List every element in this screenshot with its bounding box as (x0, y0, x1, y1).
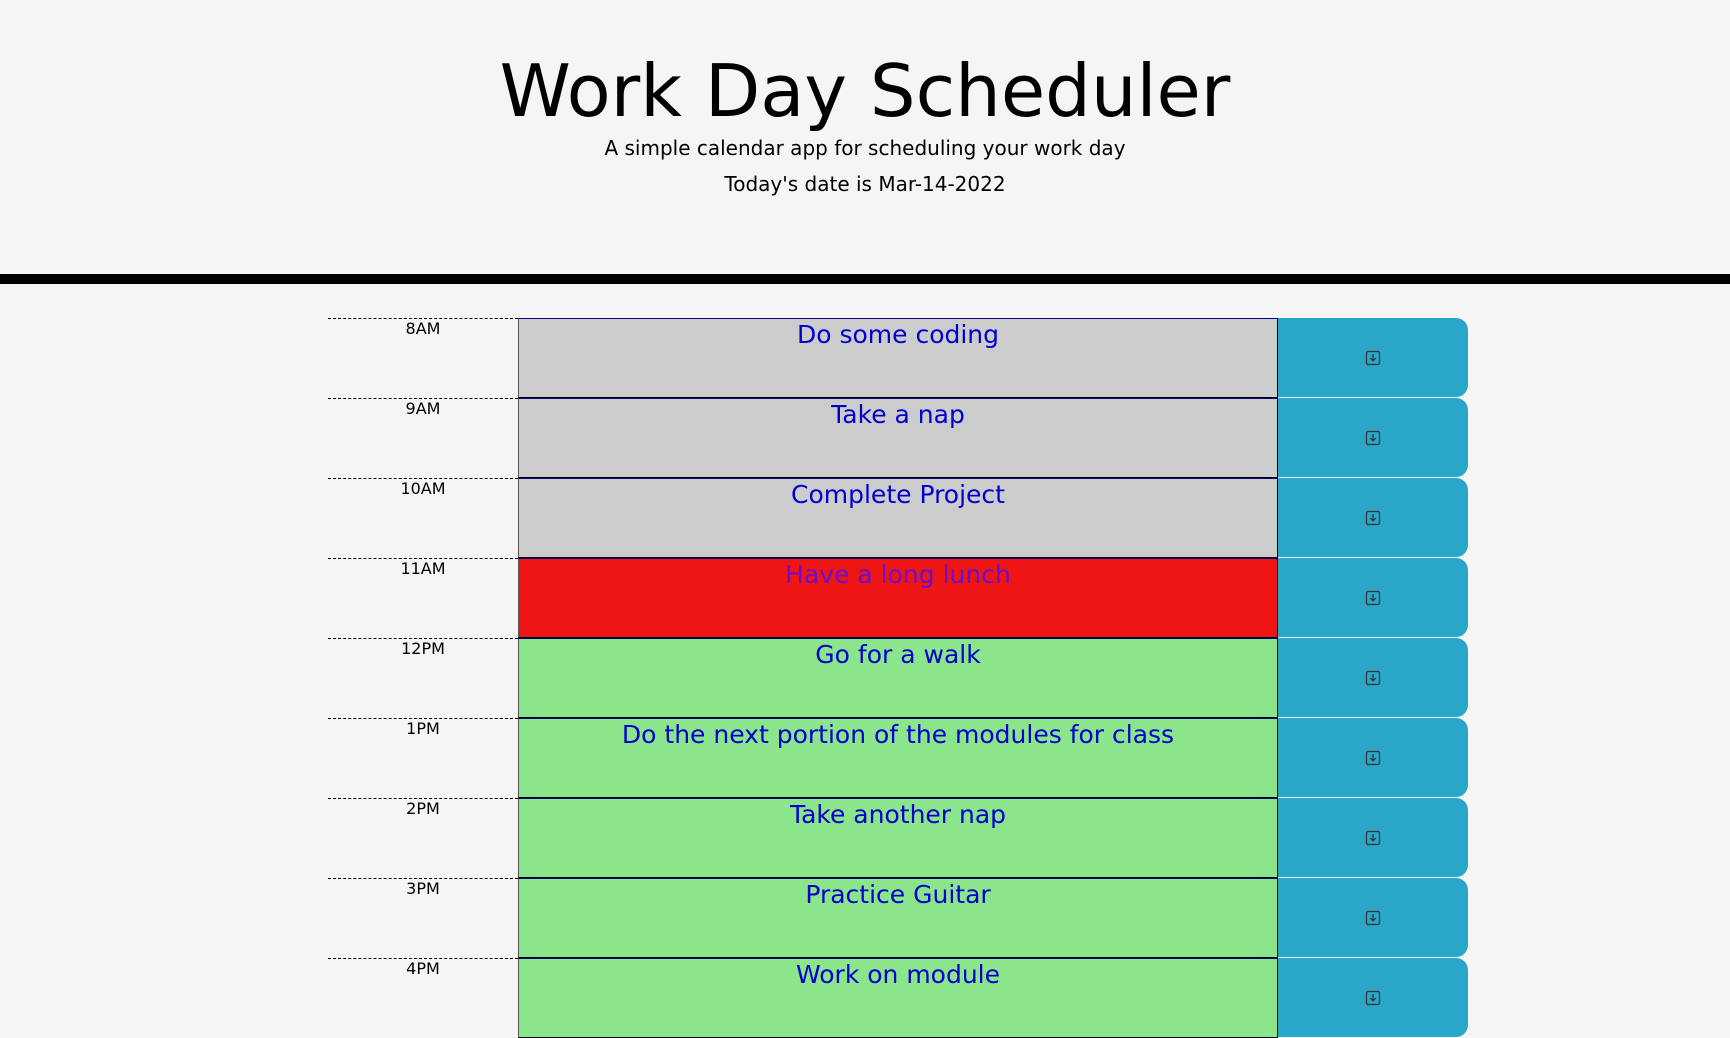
save-button[interactable] (1278, 798, 1468, 877)
time-block-row: 8AM Do some coding (328, 318, 1468, 398)
task-textarea[interactable]: Have a long lunch (518, 558, 1278, 638)
save-button[interactable] (1278, 958, 1468, 1037)
current-date: Today's date is Mar-14-2022 (724, 172, 1006, 196)
save-button[interactable] (1278, 398, 1468, 477)
save-icon (1365, 990, 1381, 1006)
hour-label: 12PM (401, 639, 445, 658)
hour-column: 2PM (328, 798, 518, 878)
save-button[interactable] (1278, 318, 1468, 397)
save-button[interactable] (1278, 558, 1468, 637)
hour-column: 1PM (328, 718, 518, 798)
hour-label: 8AM (405, 319, 441, 338)
hour-column: 10AM (328, 478, 518, 558)
task-text: Take a nap (831, 400, 965, 429)
time-block-row: 3PM Practice Guitar (328, 878, 1468, 958)
page-header: Work Day Scheduler A simple calendar app… (0, 0, 1730, 284)
save-icon (1365, 670, 1381, 686)
task-textarea[interactable]: Take another nap (518, 798, 1278, 878)
task-text: Have a long lunch (785, 560, 1011, 589)
task-text: Work on module (795, 960, 1001, 989)
hour-column: 11AM (328, 558, 518, 638)
hour-label: 10AM (400, 479, 446, 498)
hour-column: 12PM (328, 638, 518, 718)
task-textarea[interactable]: Practice Guitar (518, 878, 1278, 958)
task-textarea[interactable]: Go for a walk (518, 638, 1278, 718)
save-button[interactable] (1278, 718, 1468, 797)
save-icon (1365, 430, 1381, 446)
hour-column: 8AM (328, 318, 518, 398)
time-block-row: 12PM Go for a walk (328, 638, 1468, 718)
save-icon (1365, 830, 1381, 846)
save-icon (1365, 750, 1381, 766)
task-text: Do the next portion of the modules for c… (621, 720, 1175, 749)
time-block-row: 9AM Take a nap (328, 398, 1468, 478)
schedule-container: 8AM Do some coding 9AM Take a nap 10AM Comple… (328, 318, 1468, 1038)
save-button[interactable] (1278, 638, 1468, 717)
task-textarea[interactable]: Take a nap (518, 398, 1278, 478)
task-text: Take another nap (789, 800, 1007, 829)
save-button[interactable] (1278, 478, 1468, 557)
hour-label: 4PM (406, 959, 440, 978)
save-icon (1365, 590, 1381, 606)
hour-column: 4PM (328, 958, 518, 1038)
save-icon (1365, 910, 1381, 926)
hour-label: 2PM (406, 799, 440, 818)
task-text: Go for a walk (815, 640, 981, 669)
time-block-row: 4PM Work on module (328, 958, 1468, 1038)
page-title: Work Day Scheduler (499, 49, 1231, 133)
time-block-row: 1PM Do the next portion of the modules fo… (328, 718, 1468, 798)
save-icon (1365, 350, 1381, 366)
hour-column: 9AM (328, 398, 518, 478)
hour-label: 1PM (406, 719, 440, 738)
task-text: Complete Project (791, 480, 1005, 509)
task-textarea[interactable]: Do the next portion of the modules for c… (518, 718, 1278, 798)
hour-label: 9AM (405, 399, 441, 418)
time-block-row: 2PM Take another nap (328, 798, 1468, 878)
task-textarea[interactable]: Complete Project (518, 478, 1278, 558)
task-textarea[interactable]: Work on module (518, 958, 1278, 1038)
hour-column: 3PM (328, 878, 518, 958)
hour-label: 11AM (400, 559, 446, 578)
save-button[interactable] (1278, 878, 1468, 957)
save-icon (1365, 510, 1381, 526)
task-textarea[interactable]: Do some coding (518, 318, 1278, 398)
hour-label: 3PM (406, 879, 440, 898)
task-text: Practice Guitar (805, 880, 991, 909)
page-subtitle: A simple calendar app for scheduling you… (604, 136, 1126, 160)
time-block-row: 10AM Complete Project (328, 478, 1468, 558)
time-block-row: 11AM Have a long lunch (328, 558, 1468, 638)
task-text: Do some coding (796, 320, 1000, 349)
